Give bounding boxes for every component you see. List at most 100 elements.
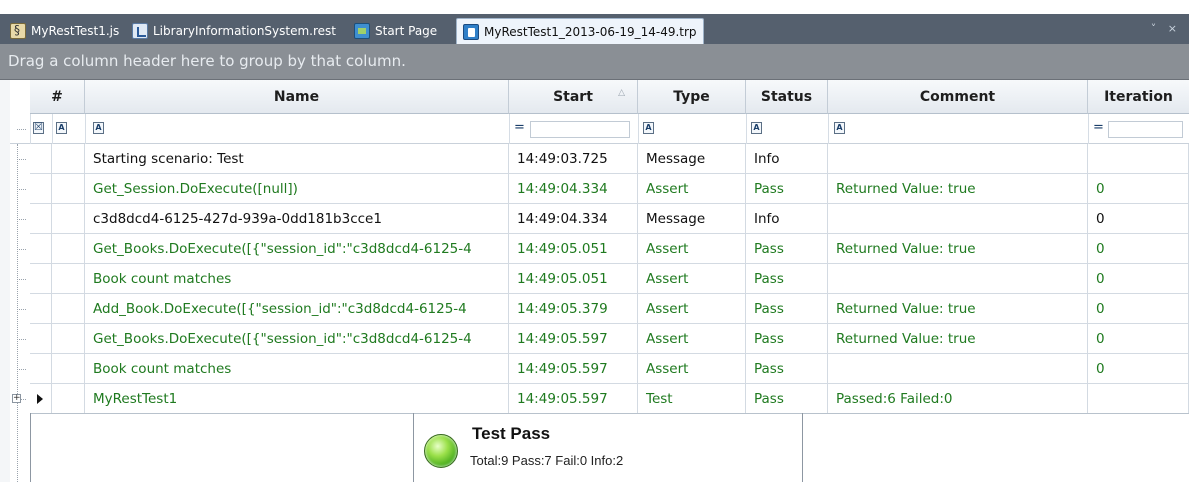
group-by-panel[interactable]: Drag a column header here to group by th… <box>0 44 1189 80</box>
type-cell: Assert <box>638 174 746 204</box>
row-number-cell <box>52 174 85 204</box>
row-gutter-cell <box>30 264 52 294</box>
comment-cell: Returned Value: true <box>828 324 1088 354</box>
clear-filter-icon[interactable]: ☒ <box>33 122 44 134</box>
start-page-icon <box>354 23 370 39</box>
tab-label: LibraryInformationSystem.rest <box>153 24 336 38</box>
table-row[interactable]: Get_Books.DoExecute([{"session_id":"c3d8… <box>30 324 1189 354</box>
tree-connector-vertical <box>17 144 18 482</box>
tree-connector <box>17 339 26 340</box>
iteration-cell <box>1088 144 1189 174</box>
pass-indicator-icon <box>424 434 458 468</box>
iteration-cell: 0 <box>1088 234 1189 264</box>
filter-equals-icon[interactable]: = <box>514 120 525 135</box>
filter-operator-icon[interactable]: A <box>751 122 762 134</box>
comment-cell <box>828 264 1088 294</box>
start-cell: 14:49:05.597 <box>509 324 638 354</box>
iteration-cell: 0 <box>1088 354 1189 384</box>
tree-connector <box>17 279 26 280</box>
iteration-cell: 0 <box>1088 264 1189 294</box>
type-cell: Assert <box>638 294 746 324</box>
filter-operator-icon[interactable]: A <box>56 122 67 134</box>
status-cell: Pass <box>746 384 828 414</box>
table-row[interactable]: Get_Books.DoExecute([{"session_id":"c3d8… <box>30 234 1189 264</box>
name-cell: Book count matches <box>85 264 509 294</box>
start-cell: 14:49:05.597 <box>509 354 638 384</box>
current-row-pointer-icon <box>37 394 43 404</box>
row-number-cell <box>52 354 85 384</box>
filter-start-input[interactable] <box>530 121 630 138</box>
test-result-file-icon <box>463 23 479 40</box>
filter-operator-icon[interactable]: A <box>834 122 845 134</box>
column-header-comment[interactable]: Comment <box>828 80 1088 114</box>
tab-myresttest1-js[interactable]: MyRestTest1.js <box>4 18 125 44</box>
row-gutter-cell <box>30 354 52 384</box>
expand-row-icon[interactable]: + <box>12 394 21 403</box>
row-gutter-cell <box>30 234 52 264</box>
row-number-cell <box>52 264 85 294</box>
script-file-icon <box>10 23 26 39</box>
column-header-start[interactable]: Start △ <box>509 80 638 114</box>
filter-operator-icon[interactable]: A <box>643 122 654 134</box>
tree-connector <box>17 369 26 370</box>
table-row[interactable]: Book count matches 14:49:05.051 Assert Pass… <box>30 264 1189 294</box>
status-cell: Info <box>746 204 828 234</box>
tab-label: Start Page <box>375 24 438 38</box>
comment-cell: Returned Value: true <box>828 234 1088 264</box>
start-cell: 14:49:05.379 <box>509 294 638 324</box>
window-top-edge <box>0 0 1189 14</box>
column-header-type[interactable]: Type <box>638 80 746 114</box>
type-cell: Assert <box>638 354 746 384</box>
name-cell: Starting scenario: Test <box>85 144 509 174</box>
row-gutter-cell <box>30 294 52 324</box>
table-row[interactable]: Book count matches 14:49:05.597 Assert Pass… <box>30 354 1189 384</box>
tab-start-page[interactable]: Start Page <box>348 18 443 44</box>
column-header-number[interactable]: # <box>30 80 85 114</box>
name-cell: Get_Session.DoExecute([null]) <box>85 174 509 204</box>
tab-test-result-trp[interactable]: MyRestTest1_2013-06-19_14-49.trp <box>456 18 704 44</box>
table-row[interactable]: Get_Session.DoExecute([null]) 14:49:04.33… <box>30 174 1189 204</box>
column-header-name[interactable]: Name <box>85 80 509 114</box>
status-cell: Info <box>746 144 828 174</box>
comment-cell: Returned Value: true <box>828 174 1088 204</box>
start-cell: 14:49:05.597 <box>509 384 638 414</box>
start-cell: 14:49:04.334 <box>509 204 638 234</box>
tree-connector <box>17 249 26 250</box>
tab-label: MyRestTest1_2013-06-19_14-49.trp <box>484 24 697 39</box>
filter-iteration-input[interactable] <box>1108 121 1183 138</box>
tab-library-information-system-rest[interactable]: LibraryInformationSystem.rest <box>126 18 342 44</box>
comment-cell <box>828 354 1088 384</box>
grid-left-gutter <box>0 80 10 482</box>
iteration-cell: 0 <box>1088 294 1189 324</box>
group-by-hint: Drag a column header here to group by th… <box>8 52 406 70</box>
filter-equals-icon[interactable]: = <box>1093 120 1104 135</box>
table-row[interactable]: Add_Book.DoExecute([{"session_id":"c3d8d… <box>30 294 1189 324</box>
type-cell: Assert <box>638 264 746 294</box>
tree-connector <box>17 159 26 160</box>
status-cell: Pass <box>746 294 828 324</box>
iteration-cell: 0 <box>1088 324 1189 354</box>
iteration-cell <box>1088 384 1189 414</box>
type-cell: Assert <box>638 324 746 354</box>
filter-operator-icon[interactable]: A <box>93 122 104 134</box>
tab-label: MyRestTest1.js <box>31 24 120 38</box>
row-gutter-cell <box>30 174 52 204</box>
summary-left-cell <box>30 413 414 482</box>
iteration-cell: 0 <box>1088 204 1189 234</box>
table-row[interactable]: Starting scenario: Test 14:49:03.725 Messa… <box>30 144 1189 174</box>
start-cell: 14:49:04.334 <box>509 174 638 204</box>
table-row[interactable]: MyRestTest1 14:49:05.597 Test Pass Passed:6 … <box>30 384 1189 414</box>
comment-cell: Returned Value: true <box>828 294 1088 324</box>
tree-connector <box>17 129 26 130</box>
column-header-iteration[interactable]: Iteration <box>1088 80 1189 114</box>
column-header-status[interactable]: Status <box>746 80 828 114</box>
tab-strip-controls[interactable]: ˅ × <box>1151 22 1181 35</box>
type-cell: Message <box>638 144 746 174</box>
status-cell: Pass <box>746 324 828 354</box>
row-number-cell <box>52 324 85 354</box>
name-cell: Add_Book.DoExecute([{"session_id":"c3d8d… <box>85 294 509 324</box>
status-cell: Pass <box>746 234 828 264</box>
table-row[interactable]: c3d8dcd4-6125-427d-939a-0dd181b3cce1 14:4… <box>30 204 1189 234</box>
summary-stats: Total:9 Pass:7 Fail:0 Info:2 <box>470 453 624 468</box>
row-number-cell <box>52 144 85 174</box>
